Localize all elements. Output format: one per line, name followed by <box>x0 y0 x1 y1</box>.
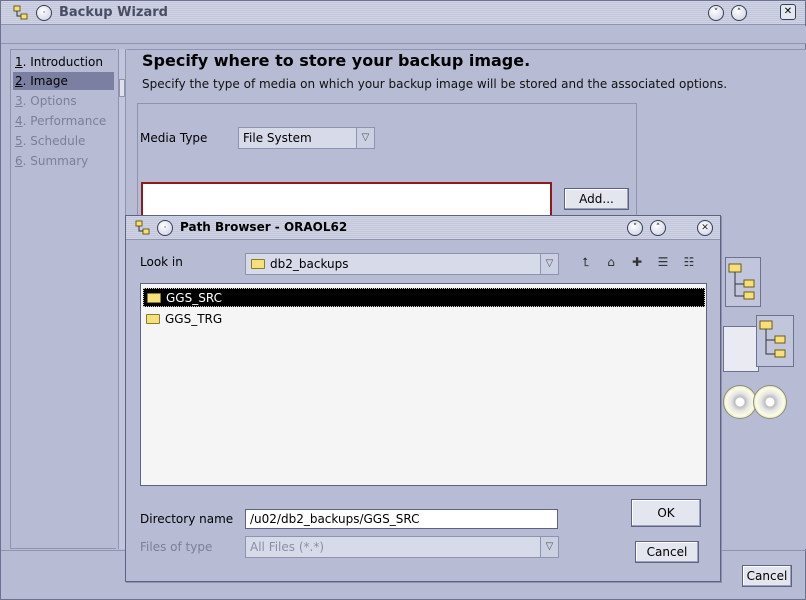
files-of-type-value: All Files (*.*) <box>250 540 325 554</box>
look-in-label: Look in <box>140 255 183 269</box>
nav-item-introduction[interactable]: 1. Introduction <box>13 53 114 71</box>
dialog-title: Path Browser - ORAOL62 <box>180 220 348 234</box>
directory-name-input[interactable]: /u02/db2_backups/GGS_SRC <box>245 509 558 529</box>
disc-icon <box>723 385 757 419</box>
path-browser-dialog: · Path Browser - ORAOL62 ˅ ˄ ✕ Look in d… <box>125 215 721 582</box>
list-view-icon[interactable]: ☰ <box>654 254 672 270</box>
media-type-select[interactable]: File System ▽ <box>238 127 375 149</box>
home-folder-icon[interactable]: ⌂ <box>602 254 620 270</box>
splitter-handle[interactable] <box>119 79 125 97</box>
minimize-icon[interactable]: ˅ <box>708 5 724 21</box>
dialog-menu-icon[interactable] <box>135 220 151 236</box>
directory-name-label: Directory name <box>140 512 234 526</box>
dialog-pin-icon[interactable]: · <box>157 220 173 236</box>
dialog-minimize-icon[interactable]: ˅ <box>627 220 643 236</box>
close-icon[interactable]: ✕ <box>780 4 796 20</box>
dialog-maximize-icon[interactable]: ˄ <box>650 220 666 236</box>
nav-item-label: . Image <box>22 74 68 88</box>
window-menu-icon[interactable] <box>13 5 29 21</box>
look-in-select[interactable]: db2_backups ▽ <box>245 253 559 275</box>
add-path-button[interactable]: Add... <box>564 188 629 210</box>
chevron-down-icon[interactable]: ▽ <box>356 128 374 148</box>
nav-item-image[interactable]: 2. Image <box>13 72 114 90</box>
nav-item-label: . Schedule <box>22 134 86 148</box>
nav-item-options[interactable]: 3. Options <box>13 92 114 110</box>
look-in-value: db2_backups <box>270 257 349 271</box>
new-folder-icon[interactable]: ✚ <box>628 254 646 270</box>
up-folder-icon[interactable]: ⮤ <box>577 254 595 270</box>
folder-icon <box>146 313 160 324</box>
nav-item-schedule[interactable]: 5. Schedule <box>13 132 114 150</box>
nav-item-label: . Summary <box>22 154 89 168</box>
list-item[interactable]: GGS_SRC <box>143 288 705 307</box>
nav-item-label: . Options <box>22 94 77 108</box>
nav-item-number: 4 <box>15 114 23 128</box>
chevron-down-icon[interactable]: ▽ <box>540 254 558 274</box>
nav-item-number: 2 <box>15 74 23 88</box>
media-type-label: Media Type <box>140 131 208 145</box>
nav-item-number: 3 <box>15 94 23 108</box>
files-of-type-select[interactable]: All Files (*.*) ▽ <box>245 536 559 558</box>
cancel-button[interactable]: Cancel <box>635 541 699 563</box>
window-title: Backup Wizard <box>59 5 168 20</box>
nav-item-number: 5 <box>15 134 23 148</box>
folder-icon <box>251 258 265 269</box>
file-list[interactable]: GGS_SRC GGS_TRG <box>140 283 707 486</box>
folder-tree-graphic-icon-2 <box>756 315 794 367</box>
page-description: Specify the type of media on which your … <box>142 77 728 91</box>
wizard-nav-panel: 1. Introduction 2. Image 3. Options 4. P… <box>10 49 116 549</box>
file-name: GGS_SRC <box>166 291 222 305</box>
page-title: Specify where to store your backup image… <box>142 51 531 70</box>
nav-item-number: 1 <box>15 55 23 69</box>
folder-icon <box>147 292 161 303</box>
window-pin-icon[interactable]: · <box>36 5 52 21</box>
nav-item-label: . Performance <box>22 114 107 128</box>
media-type-value: File System <box>243 131 312 145</box>
folder-tree-graphic-icon <box>725 257 761 307</box>
chevron-down-icon[interactable]: ▽ <box>540 537 558 557</box>
details-view-icon[interactable]: ☷ <box>680 254 698 270</box>
nav-item-summary[interactable]: 6. Summary <box>13 152 114 170</box>
nav-item-label: . Introduction <box>22 55 103 69</box>
file-name: GGS_TRG <box>165 312 223 326</box>
ok-button[interactable]: OK <box>631 499 701 527</box>
wizard-cancel-button[interactable]: Cancel <box>742 565 792 587</box>
nav-item-performance[interactable]: 4. Performance <box>13 112 114 130</box>
list-item[interactable]: GGS_TRG <box>143 310 705 329</box>
window-graphic-icon <box>723 326 759 372</box>
window-toolbar-strip <box>1 26 806 44</box>
dialog-close-icon[interactable]: ✕ <box>697 220 713 236</box>
nav-item-number: 6 <box>15 154 23 168</box>
disc-icon-2 <box>753 385 787 419</box>
files-of-type-label: Files of type <box>140 540 213 554</box>
maximize-icon[interactable]: ˄ <box>731 5 747 21</box>
